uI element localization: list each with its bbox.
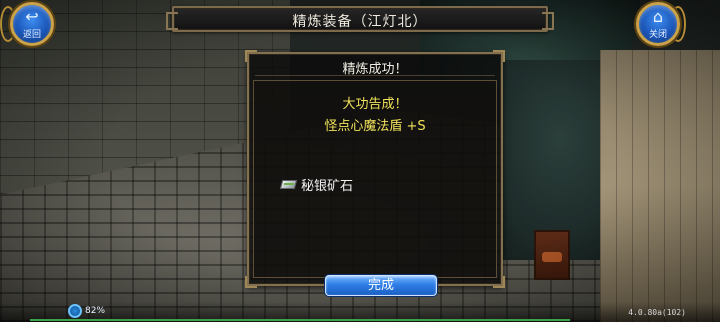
success-message: 大功告成！	[342, 97, 408, 112]
battery-icon	[68, 304, 82, 318]
ore-icon-stripe	[283, 183, 295, 185]
refine-result-dialog: 精炼成功！ 大功告成！ 怪点心魔法盾 +S 秘银矿石 完成	[245, 50, 505, 296]
done-button[interactable]: 完成	[325, 275, 437, 296]
window-title: 精炼装备（江灯北）	[292, 14, 428, 30]
home-icon: ⌂	[652, 7, 664, 26]
refined-item-result: 怪点心魔法盾 +S	[324, 119, 426, 134]
back-button[interactable]: ↩ 返回	[0, 0, 60, 52]
battery-percent: 82%	[85, 306, 106, 316]
window-title-bar: 精炼装备（江灯北）	[166, 6, 554, 32]
close-button[interactable]: ⌂ 关闭	[626, 0, 686, 52]
battery-indicator: 82%	[68, 304, 105, 318]
ore-icon	[279, 178, 298, 190]
consumed-material: 秘银矿石	[279, 175, 354, 194]
dialog-content-panel: 大功告成！ 怪点心魔法盾 +S 秘银矿石 完成	[253, 80, 497, 296]
material-name: 秘银矿石	[301, 178, 354, 194]
close-button-label: 关闭	[648, 30, 667, 40]
back-button-label: 返回	[22, 30, 41, 40]
progress-line	[30, 319, 570, 321]
version-label: 4.0.80a(102)	[628, 308, 686, 317]
back-arrow-icon: ↩	[25, 7, 39, 26]
dialog-header: 精炼成功！	[255, 58, 495, 77]
